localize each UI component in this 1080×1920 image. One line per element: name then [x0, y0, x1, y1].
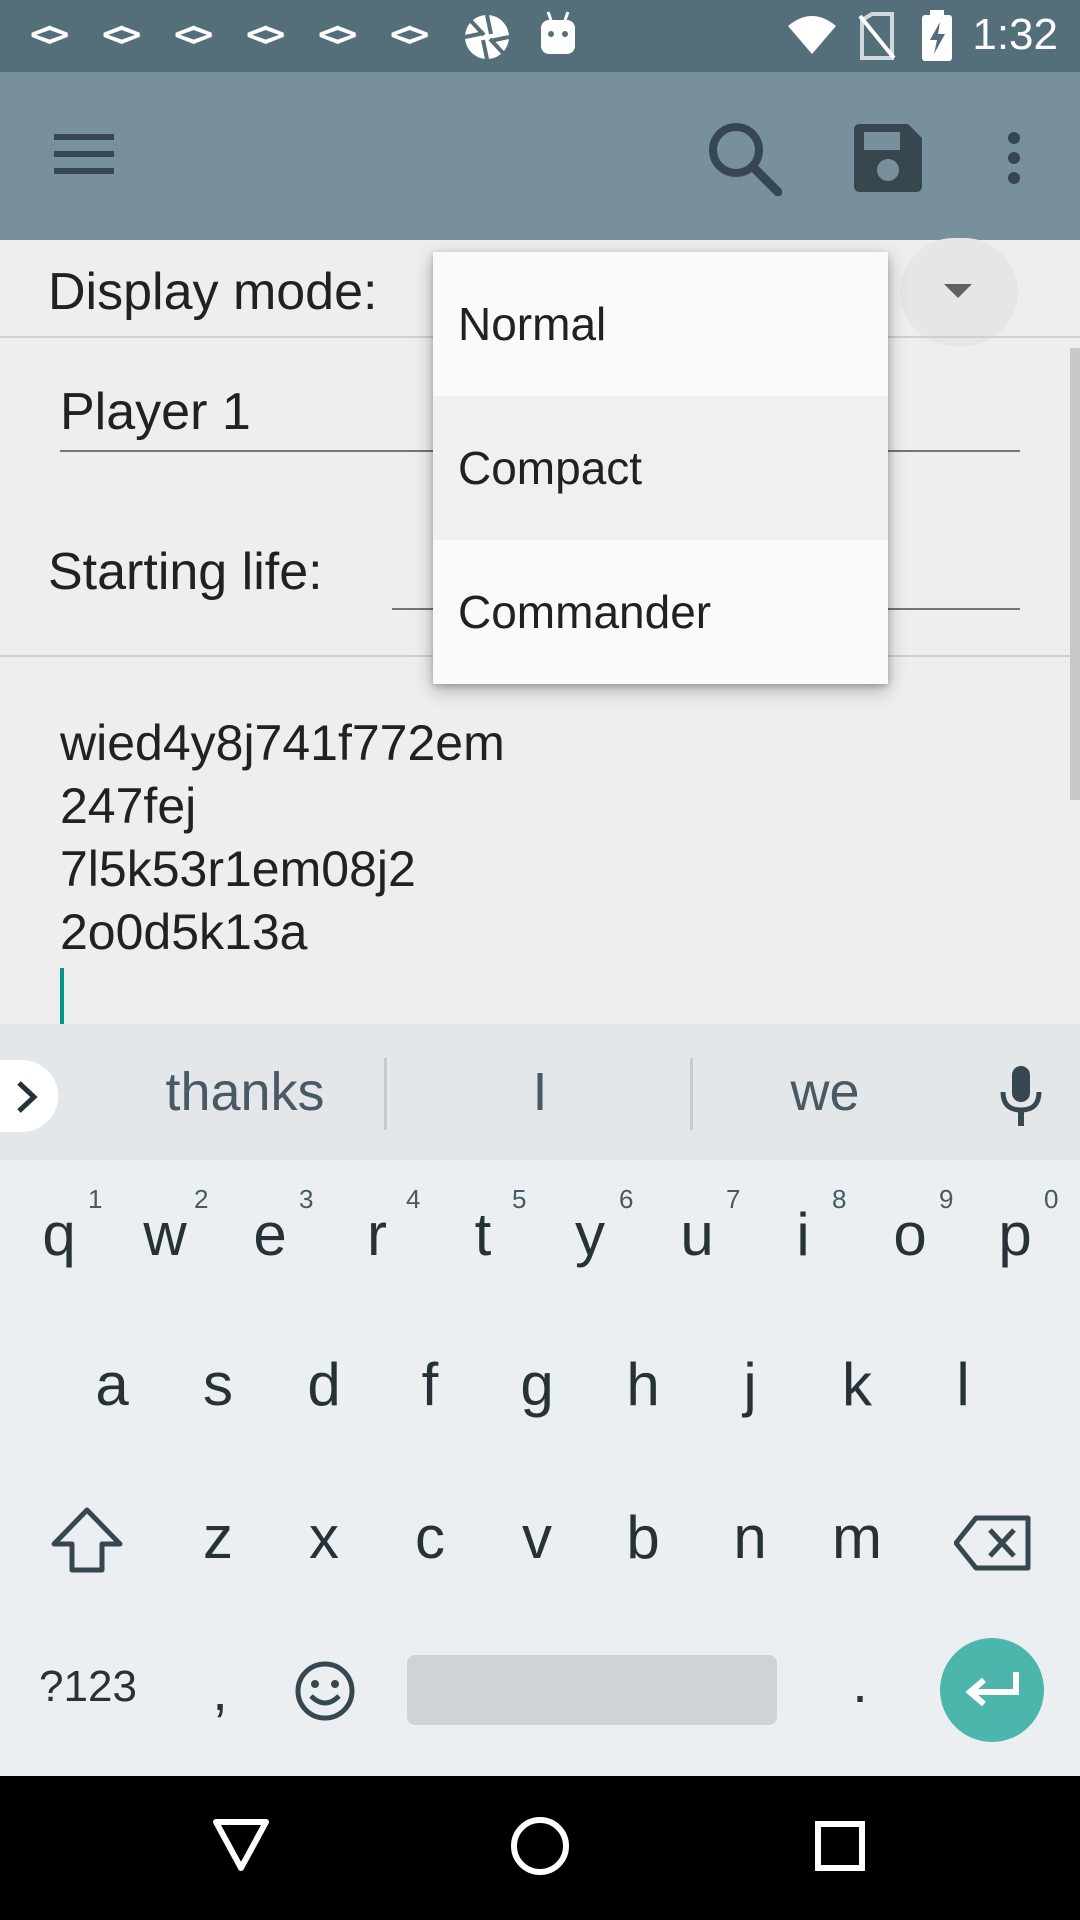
battery-charging-icon	[922, 10, 952, 61]
key-hint: 2	[194, 1184, 209, 1214]
backspace-icon[interactable]	[954, 1514, 1032, 1572]
key-a[interactable]: a	[67, 1350, 157, 1419]
code-icon: <>	[318, 14, 357, 55]
key-hint: 7	[726, 1184, 741, 1214]
key-hint: 3	[299, 1184, 314, 1214]
chevron-right-icon	[17, 1081, 38, 1113]
key-hint: 1	[88, 1184, 103, 1214]
symbols-key[interactable]: ?123	[28, 1662, 148, 1712]
suggestion-divider	[690, 1058, 693, 1130]
more-vert-icon[interactable]	[1004, 130, 1024, 186]
key-hint: 8	[832, 1184, 847, 1214]
key-m[interactable]: m	[812, 1503, 902, 1572]
key-d[interactable]: d	[279, 1350, 369, 1419]
home-icon[interactable]	[510, 1816, 570, 1876]
key-h[interactable]: h	[598, 1350, 688, 1419]
code-icon: <>	[174, 14, 213, 55]
key-z[interactable]: z	[173, 1503, 263, 1572]
key-hint: 9	[939, 1184, 954, 1214]
text-cursor	[60, 968, 64, 1028]
player-name-value: Player 1	[60, 383, 251, 441]
suggestion-divider	[384, 1058, 387, 1130]
scrollbar[interactable]	[1070, 348, 1080, 800]
key-hint: 0	[1044, 1184, 1059, 1214]
key-n[interactable]: n	[705, 1503, 795, 1572]
expand-suggestions-button[interactable]	[0, 1060, 58, 1132]
key-l[interactable]: l	[918, 1350, 1008, 1419]
wifi-icon	[788, 16, 836, 54]
microphone-icon[interactable]	[998, 1064, 1044, 1130]
suggestion[interactable]: I	[390, 1024, 690, 1160]
key-c[interactable]: c	[385, 1503, 475, 1572]
navigation-bar	[0, 1776, 1080, 1920]
no-sim-icon	[858, 12, 896, 60]
key-b[interactable]: b	[598, 1503, 688, 1572]
option-commander[interactable]: Commander	[433, 540, 888, 684]
hamburger-menu-icon[interactable]	[54, 132, 114, 176]
key-g[interactable]: g	[492, 1350, 582, 1419]
recents-icon[interactable]	[814, 1820, 866, 1872]
display-mode-spinner[interactable]	[900, 238, 1018, 346]
key-hint: 4	[406, 1184, 421, 1214]
key-x[interactable]: x	[279, 1503, 369, 1572]
key-k[interactable]: k	[812, 1350, 902, 1419]
key-hint: 6	[619, 1184, 634, 1214]
code-icon: <>	[246, 14, 285, 55]
spacebar[interactable]	[407, 1655, 777, 1725]
period-key[interactable]: .	[830, 1650, 890, 1715]
display-mode-label: Display mode:	[48, 263, 378, 321]
code-icon: <>	[30, 14, 69, 55]
suggestion[interactable]: we	[695, 1024, 955, 1160]
notes-line: 2o0d5k13a	[60, 904, 308, 960]
key-j[interactable]: j	[705, 1350, 795, 1419]
clock: 1:32	[972, 10, 1058, 59]
aperture-icon	[464, 14, 510, 60]
display-mode-dropdown: Normal Compact Commander	[433, 252, 888, 684]
notes-textarea[interactable]: wied4y8j741f772em 247fej 7l5k53r1em08j2 …	[60, 712, 960, 1032]
notes-line: 7l5k53r1em08j2	[60, 841, 416, 897]
enter-icon	[965, 1672, 1019, 1707]
emoji-icon[interactable]	[294, 1660, 356, 1722]
search-icon[interactable]	[706, 120, 782, 196]
code-icon: <>	[390, 14, 429, 55]
option-normal[interactable]: Normal	[433, 252, 888, 396]
dropdown-arrow-icon	[944, 284, 972, 298]
key-f[interactable]: f	[385, 1350, 475, 1419]
starting-life-label: Starting life:	[48, 543, 323, 601]
suggestion-strip: thanks I we	[0, 1024, 1080, 1160]
notes-line: 247fej	[60, 778, 197, 834]
key-hint: 5	[512, 1184, 527, 1214]
comma-key[interactable]: ,	[190, 1658, 250, 1723]
notes-line: wied4y8j741f772em	[60, 715, 505, 771]
shift-icon[interactable]	[50, 1506, 124, 1574]
suggestion[interactable]: thanks	[95, 1024, 395, 1160]
enter-button[interactable]	[940, 1638, 1044, 1742]
toolbar	[0, 72, 1080, 240]
status-bar: <> <> <> <> <> <> 1:32	[0, 0, 1080, 72]
code-icon: <>	[102, 14, 141, 55]
key-s[interactable]: s	[173, 1350, 263, 1419]
key-v[interactable]: v	[492, 1503, 582, 1572]
option-compact[interactable]: Compact	[433, 396, 888, 540]
save-icon[interactable]	[850, 120, 926, 196]
android-icon	[541, 11, 575, 54]
back-icon[interactable]	[212, 1818, 270, 1872]
